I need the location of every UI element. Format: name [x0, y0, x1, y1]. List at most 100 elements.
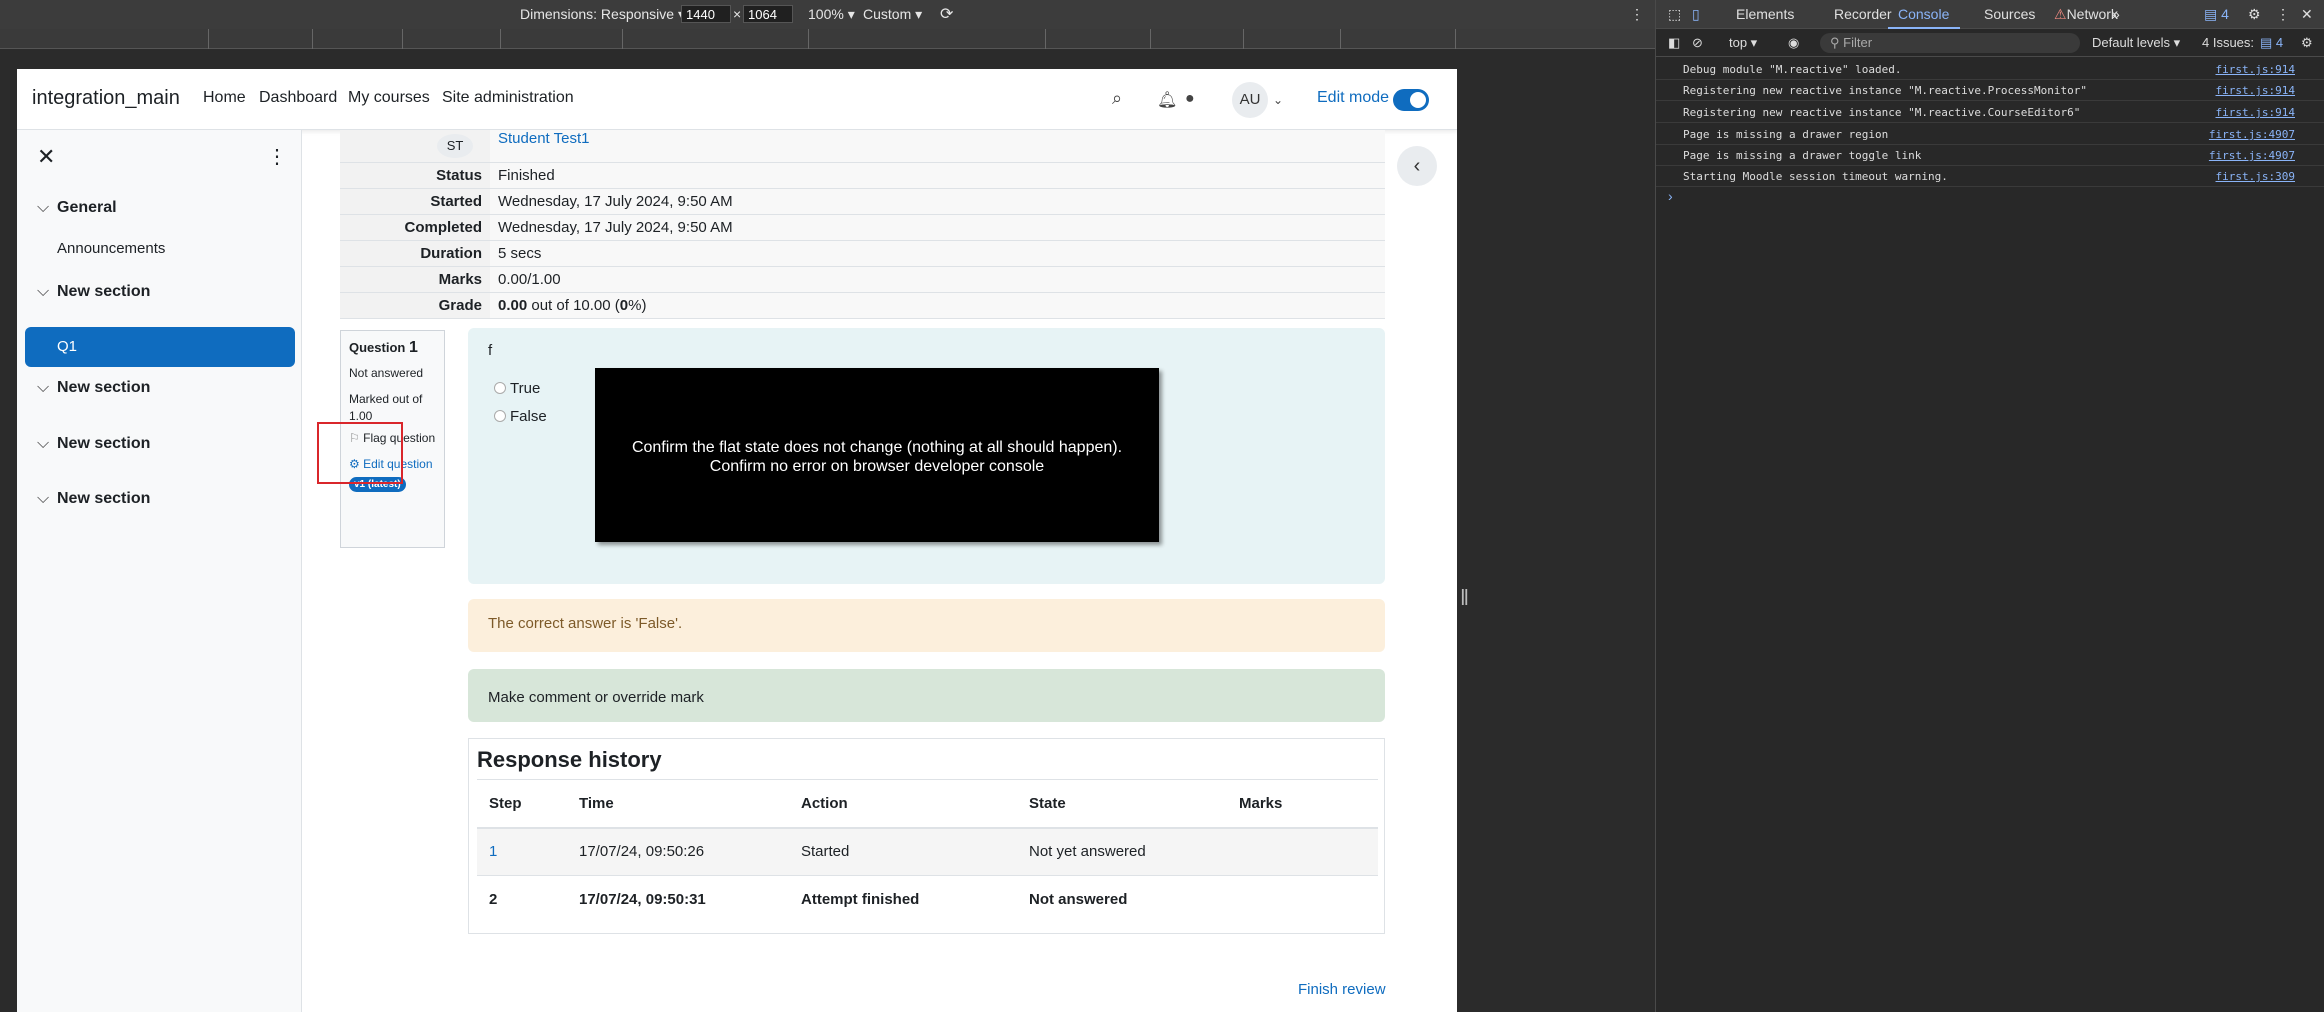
dimensions-dropdown[interactable]: Dimensions: Responsive ▾	[520, 6, 685, 23]
option-true[interactable]: True	[494, 380, 540, 397]
nav-dashboard[interactable]: Dashboard	[259, 89, 337, 107]
clear-console-icon[interactable]: ⊘	[1692, 35, 1703, 51]
correct-answer-feedback: The correct answer is 'False'.	[468, 599, 1385, 652]
chevron-down-icon[interactable]: ⌵	[37, 379, 57, 397]
tab-network[interactable]: ⚠Network	[2054, 6, 2118, 23]
nav-my-courses[interactable]: My courses	[348, 89, 430, 107]
section-label: New section	[57, 379, 151, 396]
device-toolbar-icon[interactable]: ▯	[1692, 6, 1700, 23]
chevron-down-icon[interactable]: ⌵	[37, 283, 57, 301]
grade-end: %)	[628, 297, 647, 314]
issues-label[interactable]: 4 Issues:	[2202, 35, 2254, 50]
notifications-bell-icon[interactable]: 🔔︎	[1157, 90, 1177, 110]
console-message-text: Debug module "M.reactive" loaded.	[1683, 63, 1902, 76]
zoom-dropdown[interactable]: 100% ▾	[808, 6, 855, 23]
source-link[interactable]: first.js:914	[2216, 84, 2295, 97]
tab-sources[interactable]: Sources	[1984, 6, 2035, 22]
marks-cell	[1227, 827, 1378, 876]
section-label: General	[57, 199, 117, 216]
option-false[interactable]: False	[494, 408, 547, 425]
source-link[interactable]: first.js:4907	[2209, 128, 2295, 141]
chevron-down-icon[interactable]: ⌄	[1273, 93, 1283, 107]
radio-button[interactable]	[494, 382, 506, 394]
question-number: Question 1	[349, 339, 436, 357]
device-height-input[interactable]: 1064	[743, 5, 793, 23]
console-message: Registering new reactive instance "M.rea…	[1656, 80, 2324, 101]
sidebar-toggle-icon[interactable]: ◧	[1668, 35, 1680, 51]
question-word: Question	[349, 340, 406, 355]
grade-score: 0.00	[498, 297, 528, 314]
context-selector[interactable]: top ▾	[1729, 35, 1757, 51]
navbar: integration_main Home Dashboard My cours…	[17, 69, 1457, 130]
column-header: Step	[477, 779, 567, 829]
filter-icon: ⚲	[1830, 35, 1840, 50]
issues-badge[interactable]: ▤ 4	[2204, 6, 2229, 23]
step-link[interactable]: 1	[477, 827, 567, 876]
moodle-page: integration_main Home Dashboard My cours…	[17, 69, 1457, 1012]
comment-override-link[interactable]: Make comment or override mark	[468, 669, 1385, 722]
nav-site-administration[interactable]: Site administration	[442, 89, 574, 107]
section-new-3[interactable]: ⌵ New section	[37, 435, 150, 453]
rotate-icon[interactable]: ⟳	[940, 4, 953, 24]
console-filter-input[interactable]: ⚲ Filter	[1820, 33, 2080, 53]
close-devtools-icon[interactable]: ✕	[2301, 6, 2313, 23]
eye-icon[interactable]: ◉	[1788, 35, 1799, 51]
state-cell: Not yet answered	[1017, 827, 1227, 876]
warning-icon: ⚠	[2054, 6, 2067, 22]
student-link[interactable]: Student Test1	[498, 130, 589, 147]
tab-console[interactable]: Console	[1898, 6, 1949, 22]
source-link[interactable]: first.js:4907	[2209, 149, 2295, 162]
finish-review-link[interactable]: Finish review	[1298, 981, 1386, 998]
console-message-text: Starting Moodle session timeout warning.	[1683, 170, 1948, 183]
main-content: ‹ ST Student Test1 Status Finished Starte…	[302, 130, 1457, 1012]
more-options-icon[interactable]: ⋮	[1630, 6, 1644, 23]
resize-handle-icon[interactable]: ‖	[1460, 585, 1469, 615]
devtools-tabbar: ⬚ ▯ Elements Recorder Console Sources ⚠N…	[1656, 0, 2324, 29]
summary-label: Marks	[340, 266, 490, 293]
grade-mid: out of 10.00 (	[527, 297, 620, 314]
tab-elements[interactable]: Elements	[1736, 6, 1794, 22]
more-tabs-icon[interactable]: »	[2112, 6, 2120, 22]
settings-gear-icon[interactable]: ⚙	[2248, 6, 2261, 23]
messages-icon[interactable]: ●	[1185, 90, 1195, 108]
activity-announcements[interactable]: Announcements	[57, 240, 165, 257]
chevron-down-icon[interactable]: ⌵	[37, 490, 57, 508]
section-new-1[interactable]: ⌵ New section	[37, 283, 150, 301]
column-header: Marks	[1227, 779, 1378, 829]
tab-recorder[interactable]: Recorder	[1834, 6, 1892, 22]
close-drawer-icon[interactable]: ✕	[37, 144, 55, 170]
console-prompt-icon[interactable]: ›	[1668, 188, 1673, 204]
question-marked-out-of: Marked out of 1.00	[349, 392, 423, 423]
section-new-4[interactable]: ⌵ New section	[37, 490, 150, 508]
column-header: Time	[567, 779, 789, 829]
throttle-dropdown[interactable]: Custom ▾	[863, 6, 922, 23]
devtools-menu-icon[interactable]: ⋮	[2276, 6, 2290, 23]
site-brand[interactable]: integration_main	[32, 87, 180, 110]
devtools-device-toolbar: Dimensions: Responsive ▾ 1440 × 1064 100…	[0, 0, 1655, 29]
source-link[interactable]: first.js:309	[2216, 170, 2295, 183]
radio-button[interactable]	[494, 410, 506, 422]
summary-value: 5 secs	[490, 240, 1385, 267]
search-icon[interactable]: ⌕	[1112, 88, 1122, 109]
user-avatar[interactable]: AU	[1232, 82, 1268, 118]
edit-mode-toggle[interactable]	[1393, 89, 1429, 111]
console-settings-icon[interactable]: ⚙	[2301, 35, 2313, 51]
device-width-input[interactable]: 1440	[681, 5, 731, 23]
inspect-element-icon[interactable]: ⬚	[1668, 6, 1681, 23]
log-levels-dropdown[interactable]: Default levels ▾	[2092, 35, 2180, 51]
section-general[interactable]: ⌵ General	[37, 199, 117, 217]
activity-q1[interactable]: Q1	[25, 327, 295, 367]
nav-home[interactable]: Home	[203, 89, 246, 107]
devtools-panel: ⬚ ▯ Elements Recorder Console Sources ⚠N…	[1655, 0, 2324, 1012]
chevron-down-icon[interactable]: ⌵	[37, 199, 57, 217]
issues-count[interactable]: ▤ 4	[2260, 35, 2283, 51]
source-link[interactable]: first.js:914	[2216, 106, 2295, 119]
drawer-menu-icon[interactable]: ⋮	[267, 144, 287, 169]
time-cell: 17/07/24, 09:50:26	[567, 827, 789, 876]
section-new-2[interactable]: ⌵ New section	[37, 379, 150, 397]
open-block-drawer-icon[interactable]: ‹	[1397, 146, 1437, 186]
time-cell: 17/07/24, 09:50:31	[579, 891, 706, 909]
source-link[interactable]: first.js:914	[2216, 63, 2295, 76]
chevron-down-icon[interactable]: ⌵	[37, 435, 57, 453]
state-cell: Not answered	[1029, 891, 1128, 909]
